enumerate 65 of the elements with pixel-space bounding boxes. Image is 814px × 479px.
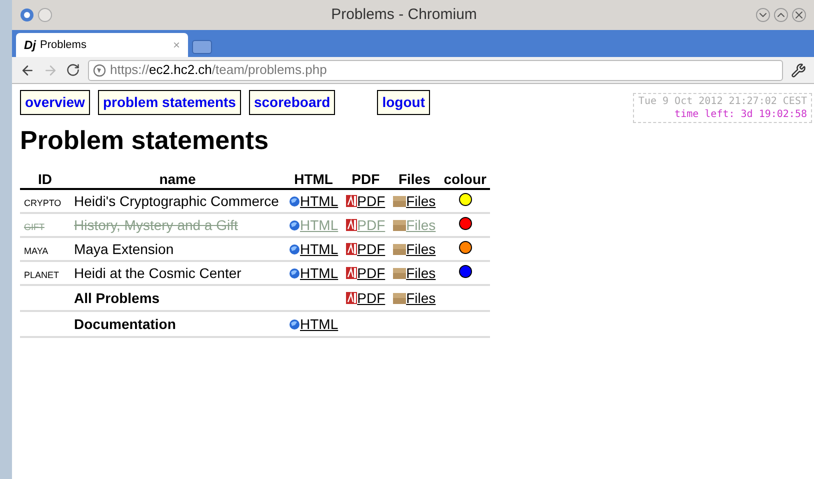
column-header: HTML	[285, 170, 342, 189]
globe-icon	[289, 244, 300, 254]
folder-icon	[393, 220, 406, 230]
url-text: https://ec2.hc2.ch/team/problems.php	[110, 61, 327, 80]
document-link[interactable]: Files	[406, 264, 436, 280]
nav-link[interactable]: overview	[20, 90, 90, 115]
globe-icon	[289, 220, 300, 230]
document-link[interactable]: HTML	[300, 240, 338, 256]
document-link[interactable]: PDF	[357, 264, 386, 280]
close-button[interactable]	[792, 8, 806, 22]
problem-name: Heidi at the Cosmic Center	[74, 264, 242, 280]
globe-icon	[289, 318, 300, 330]
column-header: name	[70, 170, 285, 189]
problem-id: MAYA	[24, 246, 48, 256]
back-button[interactable]	[20, 62, 35, 78]
new-tab-button[interactable]	[192, 40, 212, 54]
folder-icon	[393, 292, 406, 304]
document-link[interactable]: PDF	[357, 192, 386, 208]
window-title: Problems - Chromium	[330, 4, 478, 25]
nav-link[interactable]: logout	[377, 90, 430, 115]
pdf-icon	[346, 266, 358, 278]
current-time: Tue 9 Oct 2012 21:27:02 CEST	[638, 95, 807, 108]
globe-icon	[289, 196, 300, 206]
globe-icon	[289, 268, 300, 278]
reload-button[interactable]	[66, 63, 80, 77]
pdf-icon	[346, 242, 358, 254]
problem-name: Heidi's Cryptographic Commerce	[74, 192, 279, 208]
globe-icon	[93, 64, 106, 76]
problem-name: Maya Extension	[74, 240, 174, 256]
column-header: PDF	[342, 170, 390, 189]
address-field[interactable]: https://ec2.hc2.ch/team/problems.php	[88, 60, 783, 80]
page-heading: Problem statements	[20, 124, 270, 157]
problem-id: GIFT	[24, 222, 44, 232]
pdf-icon	[346, 218, 358, 230]
django-logo: Dj	[24, 37, 36, 54]
nav-link[interactable]: problem statements	[98, 90, 241, 115]
pdf-icon	[346, 292, 358, 304]
problem-name: All Problems	[74, 290, 160, 306]
time-left: time left: 3d 19:02:58	[674, 108, 807, 121]
document-link[interactable]: HTML	[300, 192, 338, 208]
document-link[interactable]: Files	[406, 240, 436, 256]
folder-icon	[393, 268, 406, 278]
pdf-icon	[346, 194, 358, 206]
problem-name: History, Mystery and a Gift	[74, 216, 238, 232]
problem-name: Documentation	[74, 316, 176, 332]
document-link[interactable]: Files	[406, 192, 436, 208]
settings-icon[interactable]	[791, 62, 806, 78]
nav-link[interactable]: scoreboard	[248, 90, 336, 115]
document-link[interactable]: HTML	[300, 264, 338, 280]
tab-title: Problems	[40, 38, 88, 53]
column-header: ID	[20, 170, 70, 189]
document-link[interactable]: PDF	[357, 290, 386, 306]
column-header: colour	[440, 170, 490, 189]
column-header: Files	[389, 170, 440, 189]
document-link[interactable]: Files	[406, 290, 436, 306]
problem-id: PLANET	[24, 270, 60, 280]
problem-id: CRYPTO	[24, 198, 62, 208]
maximize-button[interactable]	[774, 8, 788, 22]
document-link[interactable]: PDF	[357, 240, 386, 256]
browser-tab[interactable]: Dj Problems ×	[16, 33, 188, 57]
folder-icon	[393, 244, 406, 254]
minimize-button[interactable]	[756, 8, 770, 22]
document-link[interactable]: HTML	[300, 316, 338, 332]
folder-icon	[393, 196, 406, 206]
chromium-icon	[20, 8, 34, 22]
